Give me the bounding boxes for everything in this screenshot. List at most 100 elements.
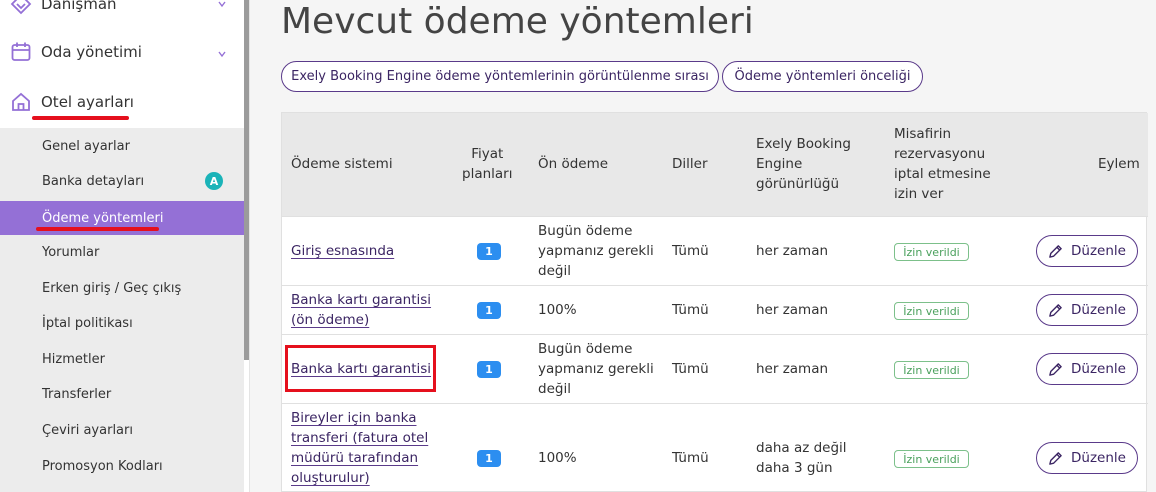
red-annotation-box: [285, 345, 436, 392]
edit-button-label: Düzenle: [1071, 450, 1126, 466]
visibility-cell: her zaman: [756, 302, 829, 318]
sidebar-subitem-erken-giris[interactable]: Erken giriş / Geç çıkış: [0, 271, 244, 306]
pencil-icon: [1049, 244, 1062, 258]
priority-button[interactable]: Ödeme yöntemleri önceliği: [722, 61, 923, 92]
status-badge: İzin verildi: [894, 243, 969, 261]
sidebar-subitem-label: Genel ayarlar: [42, 139, 130, 154]
sidebar-subitem-label: Hizmetler: [42, 352, 105, 367]
sidebar-subitem-banka-detaylari[interactable]: Banka detayları A: [0, 164, 244, 199]
header-allow-cancel: Misafirin rezervasyonu iptal etmesine iz…: [894, 124, 991, 204]
sidebar-subitem-label: Ödeme yöntemleri: [42, 210, 164, 226]
cell-line: Bugün ödeme: [538, 223, 633, 239]
header-line: Engine: [756, 156, 803, 172]
chevron-down-icon[interactable]: [218, 0, 226, 8]
price-plans-count[interactable]: 1: [477, 450, 501, 467]
cell-line: değil: [538, 381, 571, 397]
chevron-down-icon[interactable]: [218, 50, 226, 58]
header-line: izin ver: [894, 186, 944, 202]
sidebar-subitem-label: İptal politikası: [42, 316, 133, 331]
languages-cell: Tümü: [672, 302, 709, 318]
header-line: rezervasyonu: [894, 146, 986, 162]
sidebar-subitem-label: Promosyon Kodları: [42, 459, 163, 474]
sidebar-subitem-genel-ayarlar[interactable]: Genel ayarlar: [0, 129, 244, 164]
languages-cell: Tümü: [672, 450, 709, 466]
sidebar-item-label: Oda yönetimi: [41, 43, 142, 61]
edit-button[interactable]: Düzenle: [1036, 235, 1138, 267]
prepayment-cell: Bugün ödeme yapmanız gerekli değil: [538, 339, 654, 399]
sidebar-subitem-hizmetler[interactable]: Hizmetler: [0, 342, 244, 377]
header-prepayment: Ön ödeme: [538, 156, 609, 172]
sidebar-subitem-ceviri-ayarlari[interactable]: Çeviri ayarları: [0, 413, 244, 448]
notification-badge: A: [205, 172, 223, 190]
price-plans-count[interactable]: 1: [477, 302, 501, 319]
header-line: Misafirin: [894, 126, 952, 142]
cell-line: Bugün ödeme: [538, 341, 633, 357]
page: Danışman Oda yönetimi Otel ayarları Gene…: [0, 0, 1156, 492]
cell-line: daha 3 gün: [756, 460, 833, 476]
sidebar-item-oda-yonetimi[interactable]: Oda yönetimi: [0, 28, 244, 76]
header-languages: Diller: [672, 156, 708, 172]
link-text[interactable]: Giriş esnasında: [291, 243, 394, 259]
prepayment-cell: 100%: [538, 302, 577, 318]
header-action: Eylem: [1098, 156, 1140, 172]
sidebar-scrollbar[interactable]: [244, 0, 249, 360]
page-title: Mevcut ödeme yöntemleri: [281, 1, 754, 42]
table-header: Ödeme sistemi Fiyat planları Ön ödeme Di…: [282, 113, 1148, 216]
header-line: Fiyat: [471, 146, 504, 162]
sidebar-subitem-label: Transferler: [42, 387, 112, 402]
status-badge: İzin verildi: [894, 302, 969, 320]
pencil-icon: [1049, 451, 1062, 465]
sidebar-subitem-iptal-politikasi[interactable]: İptal politikası: [0, 306, 244, 341]
languages-cell: Tümü: [672, 243, 709, 259]
payment-method-link[interactable]: Giriş esnasında: [291, 241, 394, 261]
sidebar-subitem-transferler[interactable]: Transferler: [0, 377, 244, 412]
edit-button-label: Düzenle: [1071, 302, 1126, 318]
link-text[interactable]: transferi (fatura otel: [291, 430, 428, 446]
sidebar-item-label: Danışman: [41, 0, 117, 13]
diamond-icon: [10, 0, 32, 15]
header-visibility: Exely Booking Engine görünürlüğü: [756, 134, 851, 194]
edit-button-label: Düzenle: [1071, 243, 1126, 259]
link-text[interactable]: müdürü tarafından: [291, 450, 418, 466]
pencil-icon: [1049, 303, 1062, 317]
edit-button[interactable]: Düzenle: [1036, 353, 1138, 385]
red-annotation-underline: [36, 227, 159, 231]
sidebar-item-danisman[interactable]: Danışman: [0, 0, 244, 28]
price-plans-count[interactable]: 1: [477, 243, 501, 260]
link-text[interactable]: oluşturulur): [291, 470, 370, 486]
table-row: Banka kartı garantisi 1 Bugün ödeme yapm…: [282, 334, 1148, 403]
link-text[interactable]: (ön ödeme): [291, 312, 369, 328]
visibility-cell: her zaman: [756, 243, 829, 259]
languages-cell: Tümü: [672, 361, 709, 377]
sidebar-submenu: Genel ayarlar Banka detayları A Ödeme yö…: [0, 128, 244, 492]
header-payment-system: Ödeme sistemi: [291, 156, 393, 172]
sidebar-subitem-yorumlar[interactable]: Yorumlar: [0, 235, 244, 270]
sidebar: Danışman Oda yönetimi Otel ayarları Gene…: [0, 0, 250, 492]
visibility-cell: daha az değil daha 3 gün: [756, 438, 847, 478]
prepayment-cell: 100%: [538, 450, 577, 466]
red-annotation-underline: [32, 116, 129, 120]
link-text[interactable]: Bireyler için banka: [291, 410, 416, 426]
header-line: iptal etmesine: [894, 166, 991, 182]
edit-button[interactable]: Düzenle: [1036, 294, 1138, 326]
pencil-icon: [1049, 362, 1062, 376]
header-price-plans: Fiyat planları: [462, 144, 512, 184]
sidebar-subitem-label: Yorumlar: [42, 245, 100, 260]
table-row: Giriş esnasında 1 Bugün ödeme yapmanız g…: [282, 216, 1148, 285]
sidebar-subitem-promosyon-kodlari[interactable]: Promosyon Kodları: [0, 449, 244, 484]
payment-method-link[interactable]: Banka kartı garantisi (ön ödeme): [291, 290, 431, 330]
sidebar-subitem-label: Erken giriş / Geç çıkış: [42, 281, 182, 296]
display-order-button[interactable]: Exely Booking Engine ödeme yöntemlerinin…: [281, 61, 719, 92]
visibility-cell: her zaman: [756, 361, 829, 377]
price-plans-count[interactable]: 1: [477, 361, 501, 378]
header-line: görünürlüğü: [756, 176, 840, 192]
header-line: planları: [462, 166, 513, 182]
home-icon: [12, 92, 30, 111]
edit-button[interactable]: Düzenle: [1036, 442, 1138, 474]
status-badge: İzin verildi: [894, 450, 969, 468]
edit-button-label: Düzenle: [1071, 361, 1126, 377]
link-text[interactable]: Banka kartı garantisi: [291, 292, 431, 308]
cell-line: daha az değil: [756, 440, 847, 456]
sidebar-subitem-label: Banka detayları: [42, 174, 145, 189]
payment-method-link[interactable]: Bireyler için banka transferi (fatura ot…: [291, 408, 428, 488]
